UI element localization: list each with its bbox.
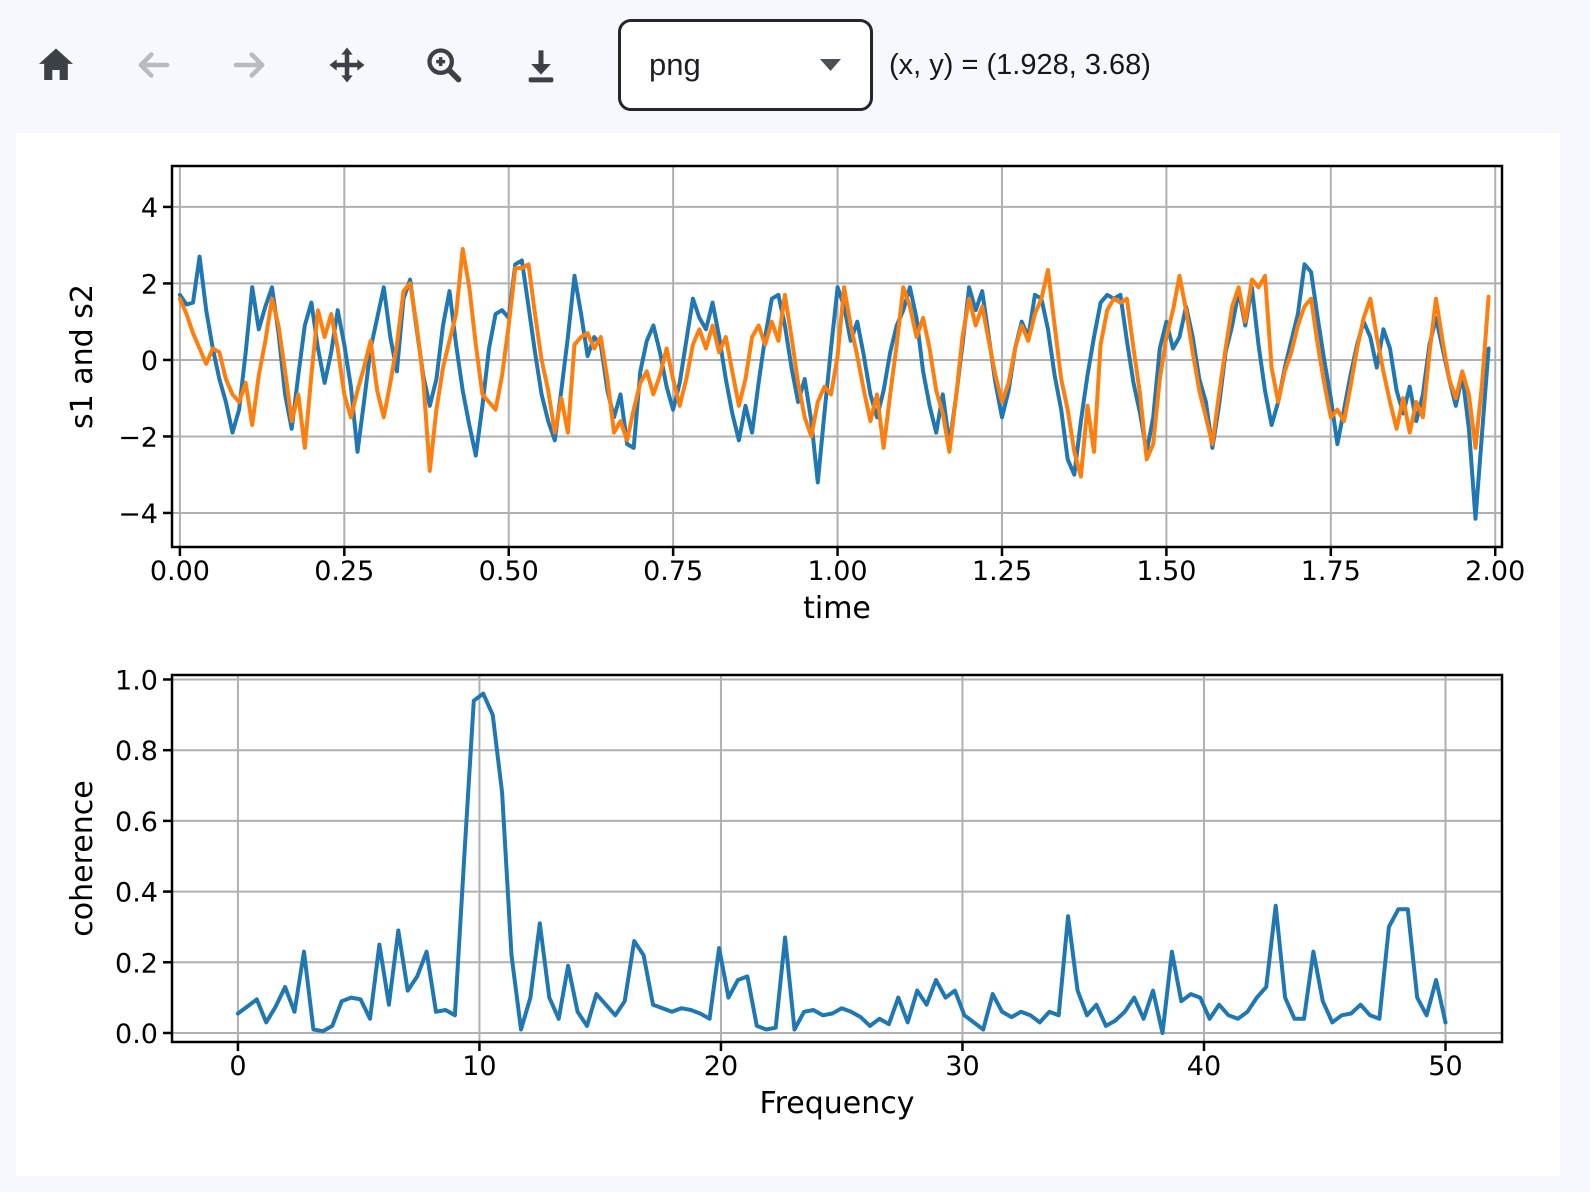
pan-button[interactable]	[327, 45, 367, 85]
x-tick-label: 40	[1187, 1051, 1221, 1082]
coherence-line	[238, 694, 1446, 1033]
chevron-down-icon	[819, 58, 842, 72]
y-tick-label: 0.8	[115, 736, 158, 767]
axes-spines	[172, 675, 1502, 1042]
x-tick-label: 0	[229, 1051, 246, 1082]
home-button[interactable]	[36, 45, 76, 85]
x-tick-label: 0.50	[479, 556, 539, 587]
home-icon	[36, 45, 76, 85]
y-tick-label: 0	[141, 346, 158, 377]
x-axis-label: time	[803, 591, 871, 626]
format-select[interactable]: png	[618, 19, 873, 111]
cursor-readout: (x, y) = (1.928, 3.68)	[889, 49, 1151, 82]
x-tick-label: 1.25	[972, 556, 1032, 587]
forward-button[interactable]	[230, 45, 270, 85]
figure-toolbar: png (x, y) = (1.928, 3.68)	[36, 0, 1151, 130]
move-arrows-icon	[327, 45, 367, 85]
back-button[interactable]	[133, 45, 173, 85]
y-tick-label: 0.6	[115, 807, 158, 838]
figure-canvas[interactable]: 0.000.250.500.751.001.251.501.752.00−4−2…	[16, 133, 1560, 1176]
arrow-right-icon	[230, 45, 270, 85]
zoom-in-icon	[424, 45, 464, 85]
x-tick-label: 0.75	[643, 556, 703, 587]
x-tick-label: 1.50	[1136, 556, 1196, 587]
y-tick-label: 0.4	[115, 878, 158, 909]
x-tick-label: 1.75	[1301, 556, 1361, 587]
x-tick-label: 0.00	[150, 556, 210, 587]
x-axis-label: Frequency	[760, 1086, 915, 1121]
plots-svg: 0.000.250.500.751.001.251.501.752.00−4−2…	[16, 133, 1560, 1176]
x-tick-label: 50	[1428, 1051, 1462, 1082]
zoom-button[interactable]	[424, 45, 464, 85]
x-tick-label: 20	[704, 1051, 738, 1082]
y-axis-label: coherence	[65, 780, 100, 936]
x-tick-label: 1.00	[807, 556, 867, 587]
y-tick-label: 0.2	[115, 948, 158, 979]
format-select-value: png	[649, 47, 701, 83]
y-tick-label: 4	[141, 193, 158, 224]
x-tick-label: 10	[462, 1051, 496, 1082]
download-icon	[521, 45, 561, 85]
y-tick-label: −2	[118, 422, 158, 453]
y-tick-label: 0.0	[115, 1019, 158, 1050]
y-tick-label: 2	[141, 269, 158, 300]
y-axis-label: s1 and s2	[65, 284, 100, 429]
arrow-left-icon	[133, 45, 173, 85]
y-tick-label: −4	[118, 499, 158, 530]
download-button[interactable]	[521, 45, 561, 85]
x-tick-label: 30	[945, 1051, 979, 1082]
x-tick-label: 2.00	[1465, 556, 1525, 587]
x-tick-label: 0.25	[314, 556, 374, 587]
axes-s1: 0.00 0.25 0.50 0.75 1.00 1.25 1.50 1.75 2.00 −4 −2…	[65, 166, 1525, 626]
axes-coherence: 0 10 20 30 40 50 0.0 0.2 0.4 0.6 0.8 1.0 Frequency co…	[65, 665, 1502, 1121]
y-tick-label: 1.0	[115, 665, 158, 696]
